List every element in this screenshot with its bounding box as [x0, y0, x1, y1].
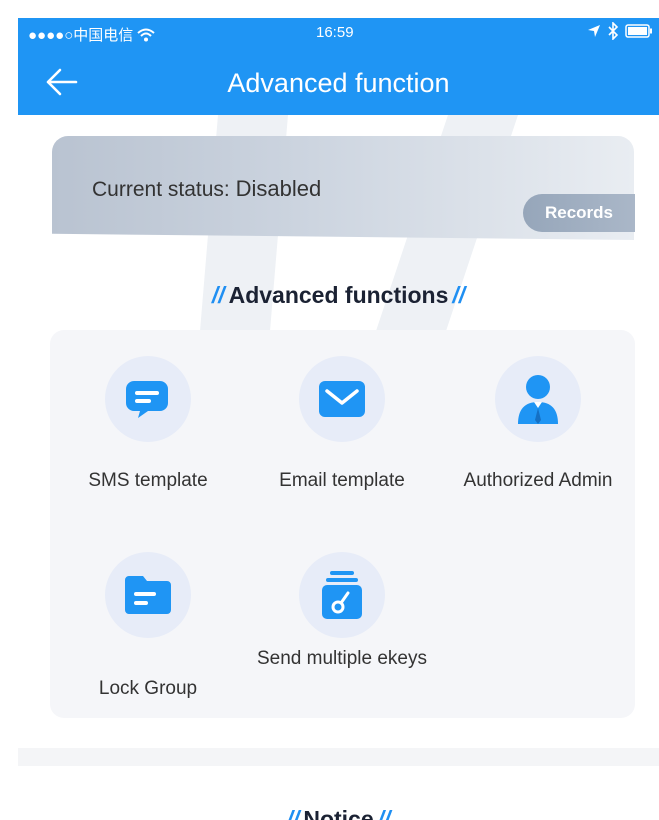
admin-icon: [518, 375, 558, 424]
wifi-icon: [137, 28, 155, 41]
carrier-label: ●●●●○中国电信: [28, 27, 134, 44]
battery-icon: [625, 24, 652, 38]
grid-item-send-multiple-ekeys[interactable]: Send multiple ekeys: [244, 552, 440, 672]
bluetooth-icon: [608, 22, 619, 40]
title-decoration-left: //: [286, 806, 300, 820]
title-decoration-left: //: [211, 282, 225, 308]
functions-grid: SMS template Email template Authorized A…: [50, 330, 635, 718]
section-divider: [18, 748, 659, 766]
sms-icon: [126, 381, 168, 418]
grid-item-authorized-admin[interactable]: Authorized Admin: [440, 356, 636, 494]
grid-item-label: Email template: [279, 470, 405, 491]
grid-item-label: Lock Group: [98, 678, 198, 699]
ekey-icon: [322, 571, 362, 619]
grid-item-label: Send multiple ekeys: [256, 648, 428, 669]
grid-item-label: SMS template: [88, 470, 208, 491]
location-icon: [588, 25, 600, 37]
nav-bar: Advanced function: [18, 48, 659, 115]
title-decoration-right: //: [452, 282, 466, 308]
email-icon: [319, 381, 365, 417]
app-screen: ●●●●○中国电信 16:59 Advanced function Curren…: [18, 18, 659, 820]
grid-item-lock-group[interactable]: Lock Group: [50, 552, 246, 702]
notice-title-text: Notice: [303, 806, 374, 820]
grid-item-sms-template[interactable]: SMS template: [50, 356, 246, 494]
grid-item-label: Authorized Admin: [463, 470, 613, 491]
records-button[interactable]: Records: [523, 194, 635, 232]
clock: 16:59: [316, 24, 354, 41]
status-label: Current status:: [92, 178, 230, 201]
grid-item-email-template[interactable]: Email template: [244, 356, 440, 494]
status-bar: ●●●●○中国电信 16:59: [18, 18, 659, 48]
current-status: Current status: Disabled: [92, 176, 321, 202]
section-title-text: Advanced functions: [228, 282, 449, 308]
status-value: Disabled: [235, 176, 322, 201]
section-title-notice: //Notice//: [18, 806, 659, 820]
folder-icon: [125, 576, 171, 614]
section-title-advanced: //Advanced functions//: [18, 282, 659, 309]
title-decoration-right: //: [377, 806, 391, 820]
page-title: Advanced function: [227, 68, 450, 98]
